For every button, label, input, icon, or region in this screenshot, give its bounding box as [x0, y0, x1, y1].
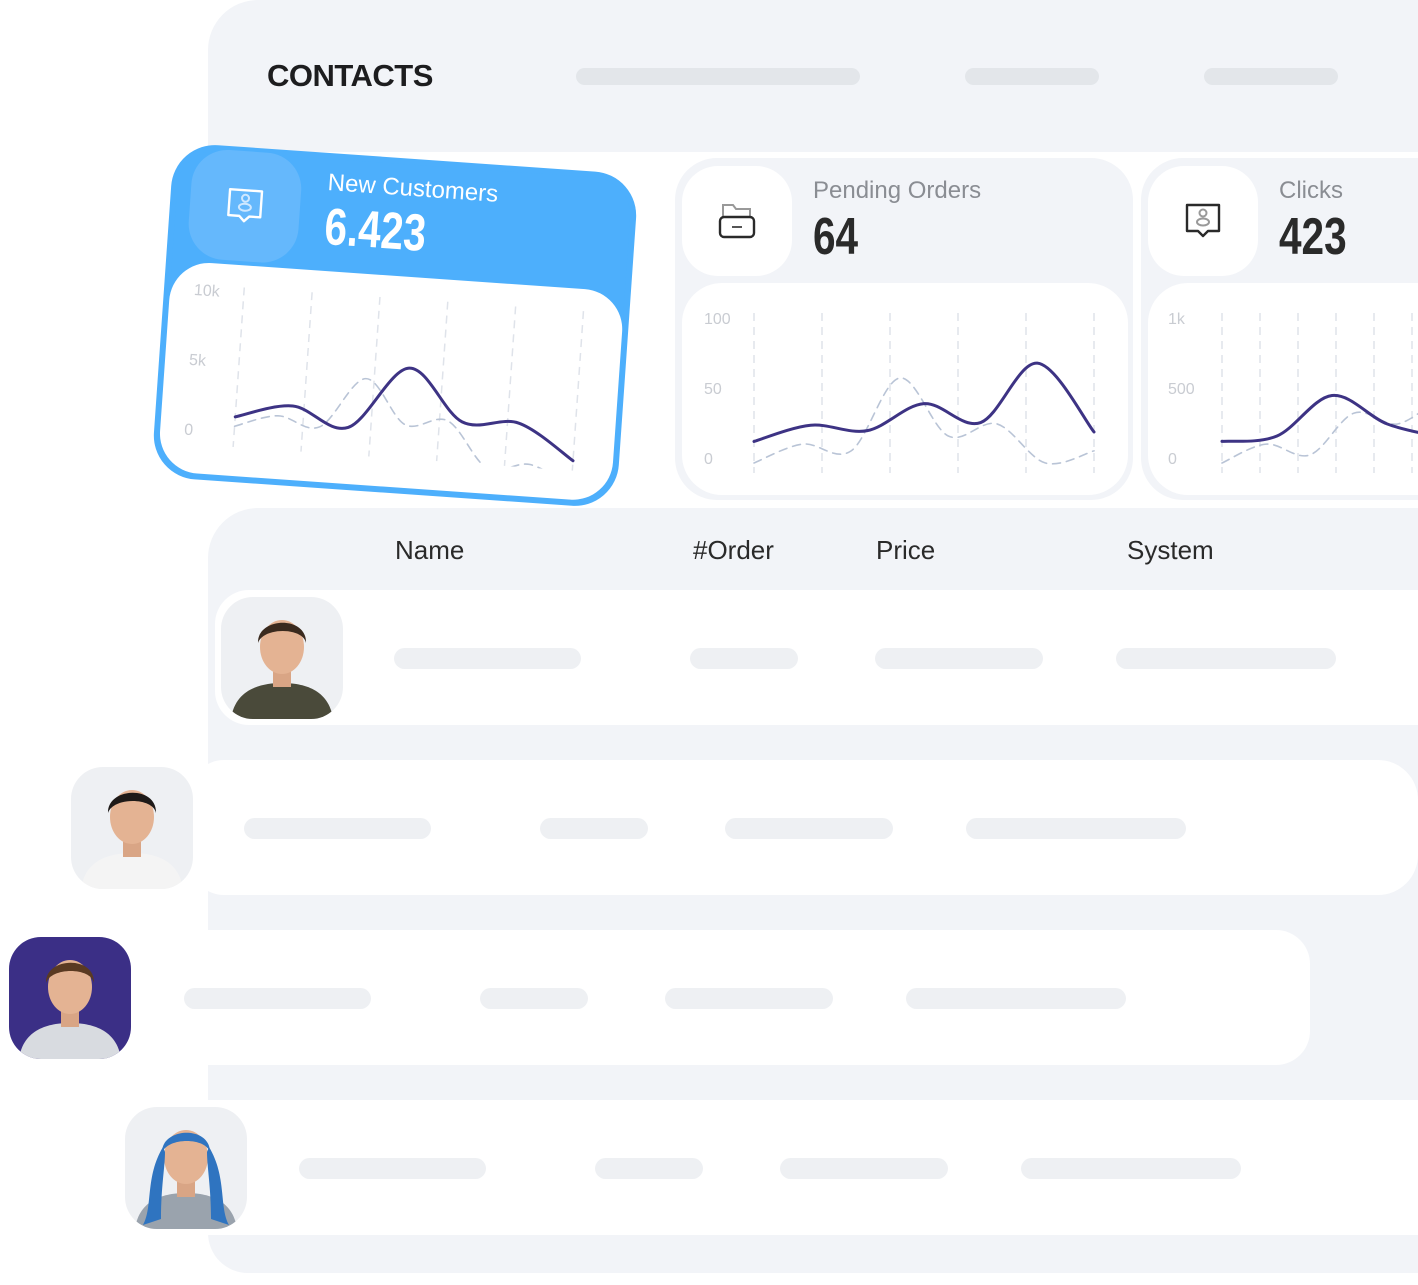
user-chat-icon: [186, 147, 304, 265]
cell-placeholder-price: [875, 648, 1043, 669]
cell-placeholder-order: [480, 988, 588, 1009]
grid-line: [503, 306, 517, 467]
clicks-chart: 1k 500 0: [1148, 283, 1418, 495]
cell-placeholder-name: [184, 988, 371, 1009]
cell-placeholder-system: [1116, 648, 1336, 669]
y-tick: 50: [704, 381, 722, 398]
column-header-name[interactable]: Name: [395, 535, 464, 566]
comparison-line: [1221, 411, 1418, 464]
cell-placeholder-price: [780, 1158, 948, 1179]
cell-placeholder-order: [690, 648, 798, 669]
cell-placeholder-name: [244, 818, 431, 839]
nav-placeholder[interactable]: [1204, 68, 1338, 85]
grid-line: [368, 296, 381, 457]
cell-placeholder-system: [906, 988, 1126, 1009]
cell-placeholder-name: [299, 1158, 486, 1179]
person-photo-icon: [81, 790, 183, 889]
new-customers-chart: 10k 5k 0: [157, 260, 625, 503]
nav-placeholder[interactable]: [965, 68, 1099, 85]
cell-placeholder-price: [665, 988, 833, 1009]
cell-placeholder-name: [394, 648, 581, 669]
card-value: 6.423: [322, 197, 428, 263]
avatar-man-curly-hair[interactable]: [221, 597, 343, 719]
new-customers-card[interactable]: New Customers 6.423 10k 5k 0: [150, 142, 640, 509]
pending-orders-chart: 100 50 0: [682, 283, 1128, 495]
person-photo-icon: [19, 960, 121, 1059]
cell-placeholder-price: [725, 818, 893, 839]
cell-placeholder-system: [966, 818, 1186, 839]
clicks-card[interactable]: Clicks 423 1k 500 0: [1141, 158, 1418, 500]
comparison-line: [753, 377, 1095, 465]
user-chat-icon: [1148, 166, 1258, 276]
column-header-price[interactable]: Price: [876, 535, 935, 566]
series-line: [233, 366, 575, 463]
page-title: CONTACTS: [267, 58, 433, 93]
grid-line: [232, 287, 246, 448]
cell-placeholder-order: [540, 818, 648, 839]
y-tick: 1k: [1168, 311, 1185, 328]
series-line: [752, 361, 1096, 443]
card-label: Pending Orders: [813, 177, 982, 204]
y-tick: 0: [183, 421, 194, 440]
cell-placeholder-system: [1021, 1158, 1241, 1179]
person-photo-icon: [231, 620, 333, 719]
y-tick: 500: [1168, 381, 1195, 398]
card-label: Clicks: [1279, 177, 1343, 204]
y-tick: 0: [704, 451, 713, 468]
person-photo-icon: [135, 1130, 237, 1229]
avatar-man-tie[interactable]: [71, 767, 193, 889]
y-tick: 10k: [193, 281, 221, 301]
cell-placeholder-order: [595, 1158, 703, 1179]
column-header-system[interactable]: System: [1127, 535, 1214, 566]
y-tick: 100: [704, 311, 731, 328]
grid-line: [435, 301, 449, 462]
card-value: 64: [813, 208, 859, 266]
series-line: [1220, 394, 1418, 443]
comparison-line: [233, 377, 572, 472]
column-header-order[interactable]: #Order: [693, 535, 774, 566]
card-value: 423: [1279, 208, 1347, 266]
avatar-man-smiling[interactable]: [9, 937, 131, 1059]
y-tick: 5k: [188, 351, 207, 370]
y-tick: 0: [1168, 451, 1177, 468]
folder-icon: [682, 166, 792, 276]
avatar-woman-blue-hair[interactable]: [125, 1107, 247, 1229]
sparkline: [752, 313, 1096, 473]
sparkline: [232, 287, 585, 472]
nav-placeholder[interactable]: [576, 68, 860, 85]
sparkline: [1220, 313, 1418, 473]
grid-line: [571, 311, 585, 471]
pending-orders-card[interactable]: Pending Orders 64 100 50 0: [675, 158, 1133, 500]
